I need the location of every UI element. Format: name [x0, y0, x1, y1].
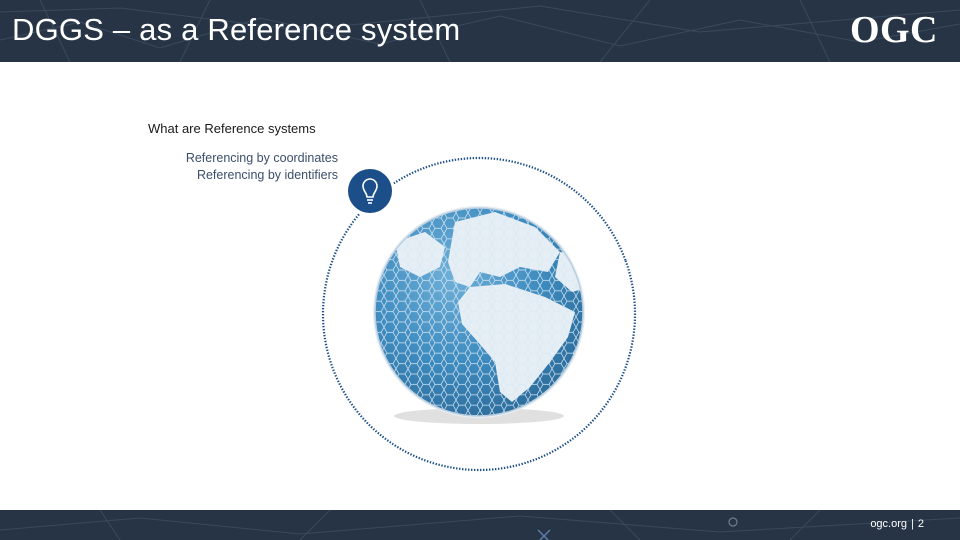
footer-page-info: ogc.org | 2 — [870, 518, 924, 530]
dggs-globe-graphic — [321, 144, 637, 472]
slide-footer: ogc.org | 2 — [0, 510, 960, 540]
slide-content: What are Reference systems Referencing b… — [0, 62, 960, 510]
page-number: 2 — [917, 518, 924, 530]
ogc-logo: OGC — [849, 9, 938, 51]
lightbulb-icon — [345, 166, 395, 216]
footer-site: ogc.org — [870, 518, 908, 530]
slide-header: DGGS – as a Reference system OGC — [0, 0, 960, 62]
map-pattern-footer — [0, 510, 960, 540]
dggs-globe — [373, 206, 585, 418]
slide-title: DGGS – as a Reference system — [12, 12, 461, 47]
